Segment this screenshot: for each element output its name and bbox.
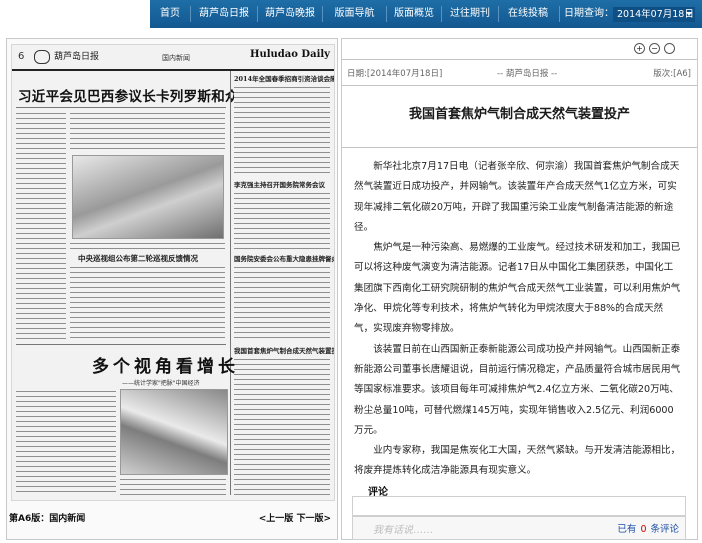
divider xyxy=(342,59,697,60)
nav-page-overview[interactable]: 版面概览 xyxy=(387,0,441,28)
nav-blank-area xyxy=(0,0,150,28)
nav-past-issues[interactable]: 过往期刊 xyxy=(442,0,498,28)
paper-text-column xyxy=(234,265,330,341)
paper-text-column xyxy=(234,191,330,249)
page-pager: <上一版 下一版> xyxy=(259,511,331,524)
paper-column-rule xyxy=(230,71,231,495)
nav-online-submission[interactable]: 在线投稿 xyxy=(499,0,557,28)
next-page-link[interactable]: 下一版> xyxy=(296,514,331,524)
nav-page-navigation[interactable]: 版面导航 xyxy=(323,0,386,28)
paper-text-column xyxy=(120,477,226,495)
comment-count-prefix: 已有 xyxy=(617,524,637,535)
paper-text-column xyxy=(70,241,225,249)
zoom-out-icon[interactable]: − xyxy=(649,43,660,54)
comment-name-field[interactable] xyxy=(352,496,686,516)
paper-rule xyxy=(16,344,226,345)
article-paragraph: 焦炉气是一种污染高、易燃爆的工业废气。经过技术研发和加工，我国已可以将这种废气演… xyxy=(354,242,681,335)
divider xyxy=(342,147,697,148)
paper-side-headline: 中央巡视组公布第二轮巡视反馈情况 xyxy=(78,254,198,263)
newspaper-page-panel: 6 葫芦岛日报 国内新闻 Huludao Daily 习近平会见巴西参议长卡列罗… xyxy=(6,38,338,540)
nav-divider xyxy=(559,6,560,22)
paper-english-name: Huludao Daily xyxy=(250,49,330,60)
reset-icon[interactable] xyxy=(664,43,675,54)
page-footer: 第A6版：国内新闻 <上一版 下一版> xyxy=(7,507,337,527)
paper-rule xyxy=(16,107,226,108)
article-edition: 版次:[A6] xyxy=(653,69,691,79)
paper-photo xyxy=(72,155,224,239)
article-paragraph: 业内专家称，我国是焦炭化工大国，天然气紧缺。与开发清洁能源相比，将废弃提炼转化成… xyxy=(354,445,681,477)
prev-page-link[interactable]: <上一版 xyxy=(259,514,294,524)
paper-page-number: 6 xyxy=(18,51,25,62)
paper-name: 葫芦岛日报 xyxy=(54,52,100,62)
paper-logo-icon xyxy=(34,50,50,64)
comment-count-number: 0 xyxy=(640,524,647,535)
paper-big-subhead: ——统计学家"把脉"中国经济 xyxy=(122,380,200,387)
paper-text-column xyxy=(70,111,225,151)
nav-huludao-evening[interactable]: 葫芦岛晚报 xyxy=(258,0,322,28)
nav-home[interactable]: 首页 xyxy=(150,0,190,28)
paper-text-column xyxy=(234,357,330,495)
divider xyxy=(342,85,697,86)
article-source: -- 葫芦岛日报 -- xyxy=(497,69,558,79)
date-select-value: 2014年07月18日 xyxy=(617,9,694,20)
newspaper-page-image[interactable]: 6 葫芦岛日报 国内新闻 Huludao Daily 习近平会见巴西参议长卡列罗… xyxy=(11,44,335,501)
article-paragraph: 该装置日前在山西国新正泰新能源公司成功投产并网输气。山西国新正泰新能源公司董事长… xyxy=(354,343,681,436)
top-nav-bar: 首页 葫芦岛日报 葫芦岛晚报 版面导航 版面概览 过往期刊 在线投稿 日期查询：… xyxy=(0,0,702,28)
comment-placeholder: 我有话说…… xyxy=(373,525,433,536)
article-body: 新华社北京7月17日电（记者张辛欣、何宗渝）我国首套焦炉气制合成天然气装置近日成… xyxy=(354,157,682,482)
date-select[interactable]: 2014年07月18日 xyxy=(613,7,695,22)
chevron-down-icon xyxy=(686,12,692,16)
article-paragraph: 新华社北京7月17日电（记者张辛欣、何宗渝）我国首套焦炉气制合成天然气装置近日成… xyxy=(354,161,680,233)
paper-text-column xyxy=(16,111,66,341)
article-date: 日期:[2014年07月18日] xyxy=(347,69,443,79)
paper-side-headline: 2014年全国春季招商引资洽谈会隆重开幕 xyxy=(234,75,334,83)
article-panel: + − 日期:[2014年07月18日] -- 葫芦岛日报 -- 版次:[A6]… xyxy=(341,38,698,540)
comment-count-suffix: 条评论 xyxy=(650,524,679,535)
paper-section: 国内新闻 xyxy=(162,54,190,62)
paper-photo xyxy=(120,389,228,475)
comment-count[interactable]: 已有 0 条评论 xyxy=(617,521,679,535)
nav-huludao-daily[interactable]: 葫芦岛日报 xyxy=(191,0,257,28)
paper-big-headline: 多个视角看增长 xyxy=(92,357,239,377)
current-page-label: 第A6版：国内新闻 xyxy=(9,514,86,524)
date-query-label: 日期查询： xyxy=(564,8,614,19)
comment-input[interactable]: 我有话说…… 已有 0 条评论 xyxy=(352,516,686,540)
paper-text-column xyxy=(16,389,116,495)
paper-text-column xyxy=(70,265,225,341)
paper-side-headline: 国务院安委会公布重大隐患挂牌督办 xyxy=(234,255,335,263)
paper-text-column xyxy=(234,85,330,175)
zoom-in-icon[interactable]: + xyxy=(634,43,645,54)
paper-side-headline: 李克强主持召开国务院常务会议 xyxy=(234,181,325,189)
paper-masthead: 6 葫芦岛日报 国内新闻 Huludao Daily xyxy=(12,45,334,71)
article-title: 我国首套焦炉气制合成天然气装置投产 xyxy=(408,107,630,122)
paper-side-headline: 我国首套焦炉气制合成天然气装置投产 xyxy=(234,347,335,355)
